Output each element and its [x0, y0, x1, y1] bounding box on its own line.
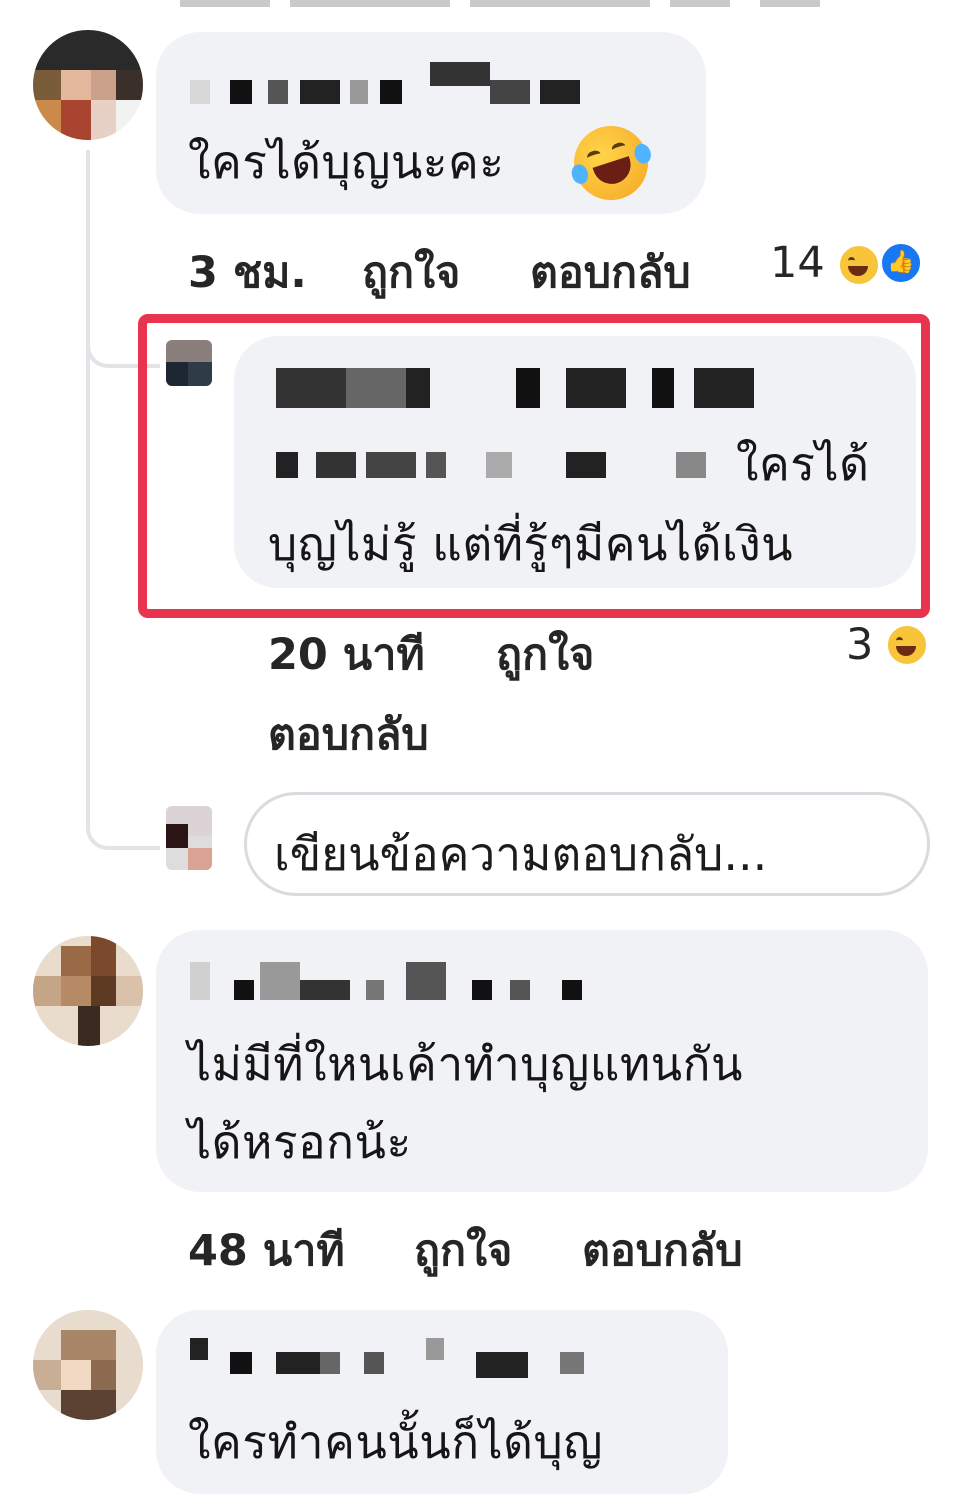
- reply-input-placeholder[interactable]: เขียนข้อความตอบกลับ...: [274, 818, 767, 891]
- like-link[interactable]: ถูกใจ: [496, 620, 594, 688]
- comment-text: ใครทำคนนั้นก็ได้บุญ: [188, 1415, 603, 1469]
- reply-link[interactable]: ตอบกลับ: [530, 238, 691, 306]
- reply-link[interactable]: ตอบกลับ: [582, 1216, 743, 1284]
- comment-timestamp[interactable]: 48 นาที: [188, 1216, 345, 1284]
- commenter-name-blurred: [190, 962, 610, 1000]
- avatar[interactable]: [33, 936, 143, 1046]
- comment-text: ใครได้บุญนะคะ: [188, 135, 505, 189]
- haha-icon: [886, 624, 928, 666]
- commenter-name-blurred: [190, 1338, 610, 1378]
- avatar[interactable]: [33, 1310, 143, 1420]
- thread-line: [86, 150, 90, 830]
- previous-comment-cutoff: [180, 0, 820, 10]
- like-icon: 👍: [880, 242, 922, 284]
- like-link[interactable]: ถูกใจ: [362, 238, 460, 306]
- highlight-box: [138, 314, 930, 618]
- comment-timestamp[interactable]: 3 ชม.: [188, 238, 307, 306]
- thread-connector-input: [86, 790, 160, 850]
- reply-link[interactable]: ตอบกลับ: [268, 700, 429, 768]
- comment-text: ได้หรอกน้ะ: [188, 1115, 412, 1169]
- like-link[interactable]: ถูกใจ: [414, 1216, 512, 1284]
- avatar[interactable]: [33, 30, 143, 140]
- current-user-avatar: [166, 806, 212, 870]
- comment-text: ไม่มีที่ใหนเค้าทำบุญแทนกัน: [188, 1037, 743, 1091]
- reaction-count[interactable]: 3: [846, 620, 873, 670]
- reaction-count[interactable]: 14: [770, 238, 825, 288]
- haha-icon: [838, 244, 880, 286]
- commenter-name-blurred: [190, 62, 590, 104]
- comment-timestamp[interactable]: 20 นาที: [268, 620, 425, 688]
